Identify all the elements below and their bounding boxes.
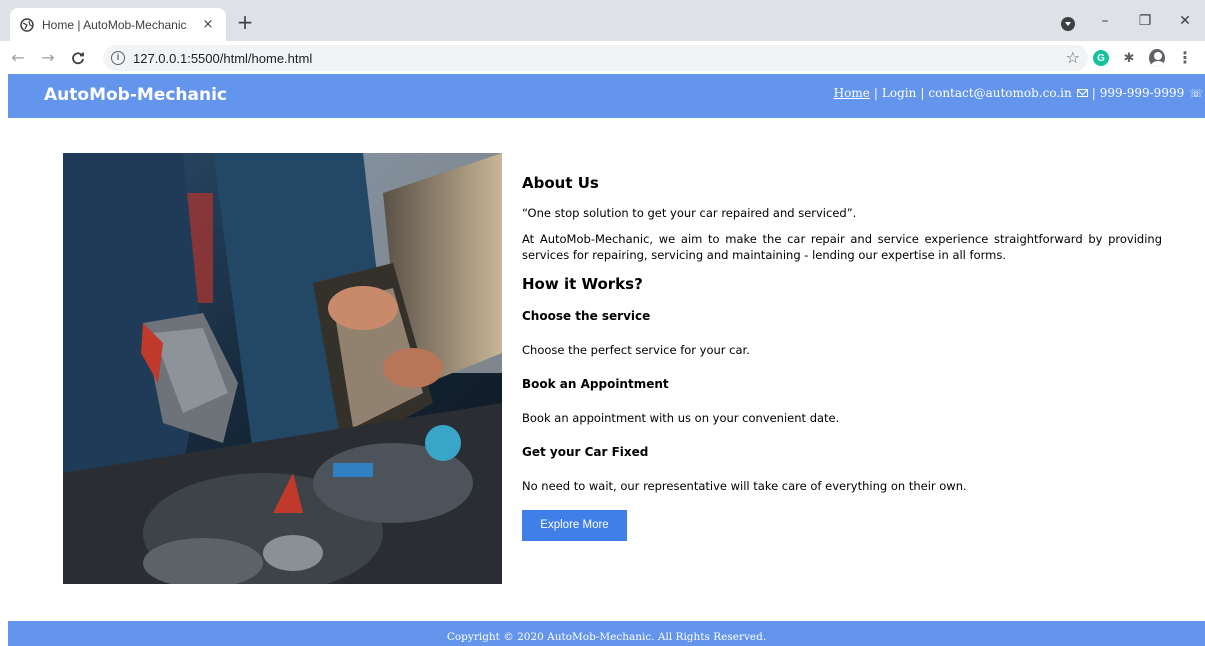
brand-logo[interactable]: AutoMob-Mechanic <box>44 85 227 105</box>
reload-icon[interactable] <box>66 46 90 70</box>
nav-login-link[interactable]: Login <box>882 86 916 100</box>
explore-more-button[interactable]: Explore More <box>522 510 627 542</box>
about-heading: About Us <box>522 174 599 192</box>
restore-icon[interactable]: ❐ <box>1125 6 1165 36</box>
nav-separator: | <box>873 86 878 100</box>
site-header: AutoMob-Mechanic Home | Login | contact@… <box>8 74 1205 118</box>
tagline: “One stop solution to get your car repai… <box>522 206 857 220</box>
nav-email-link[interactable]: contact@automob.co.in <box>928 86 1071 100</box>
step-title: Book an Appointment <box>522 377 669 392</box>
address-bar[interactable]: i 127.0.0.1:5500/html/home.html ☆ <box>103 45 1088 71</box>
step-text: Choose the perfect service for your car. <box>522 343 750 358</box>
bookmark-star-icon[interactable]: ☆ <box>1066 48 1080 67</box>
top-navigation: Home | Login | contact@automob.co.in | 9… <box>834 86 1203 100</box>
grammarly-icon[interactable]: G <box>1093 50 1109 66</box>
window-controls: – ❐ ✕ <box>1085 0 1205 41</box>
url-text[interactable]: 127.0.0.1:5500/html/home.html <box>133 51 312 66</box>
new-tab-icon[interactable]: + <box>234 12 256 34</box>
minimize-icon[interactable]: – <box>1085 6 1125 36</box>
step-title: Choose the service <box>522 309 651 324</box>
nav-home-link[interactable]: Home <box>834 86 870 100</box>
tab-title: Home | AutoMob-Mechanic <box>42 17 187 32</box>
how-it-works-heading: How it Works? <box>522 275 643 294</box>
nav-phone: 999-999-9999 <box>1099 86 1185 100</box>
about-text: At AutoMob-Mechanic, we aim to make the … <box>522 232 1162 262</box>
step-text: No need to wait, our representative will… <box>522 479 967 494</box>
nav-separator: | <box>1091 86 1096 100</box>
tab-close-icon[interactable]: × <box>200 17 216 33</box>
browser-tabstrip: Home | AutoMob-Mechanic × + – ❐ ✕ <box>0 0 1205 41</box>
profile-icon[interactable] <box>1149 49 1165 67</box>
extensions-area: G ✱ ⋮ <box>1093 45 1193 71</box>
mail-icon <box>1076 89 1088 97</box>
browser-tab[interactable]: Home | AutoMob-Mechanic × <box>10 8 226 41</box>
forward-icon[interactable]: → <box>36 46 60 70</box>
site-footer: Copyright © 2020 AutoMob-Mechanic. All R… <box>8 621 1205 646</box>
browser-menu-icon[interactable]: ⋮ <box>1177 50 1193 66</box>
phone-icon: ☏ <box>1189 86 1203 100</box>
back-icon[interactable]: ← <box>6 46 30 70</box>
extensions-puzzle-icon[interactable]: ✱ <box>1121 50 1137 66</box>
mechanic-photo <box>63 153 502 584</box>
browser-toolbar: ← → i 127.0.0.1:5500/html/home.html ☆ G … <box>0 41 1205 74</box>
tab-search-icon[interactable] <box>1061 17 1075 31</box>
about-section: About Us “One stop solution to get your … <box>522 174 1162 542</box>
step-title: Get your Car Fixed <box>522 445 649 460</box>
globe-icon <box>20 17 34 32</box>
step-text: Book an appointment with us on your conv… <box>522 411 840 426</box>
window-close-icon[interactable]: ✕ <box>1165 6 1205 36</box>
web-page: AutoMob-Mechanic Home | Login | contact@… <box>8 74 1205 646</box>
site-info-icon[interactable]: i <box>111 51 125 65</box>
nav-separator: | <box>920 86 925 100</box>
